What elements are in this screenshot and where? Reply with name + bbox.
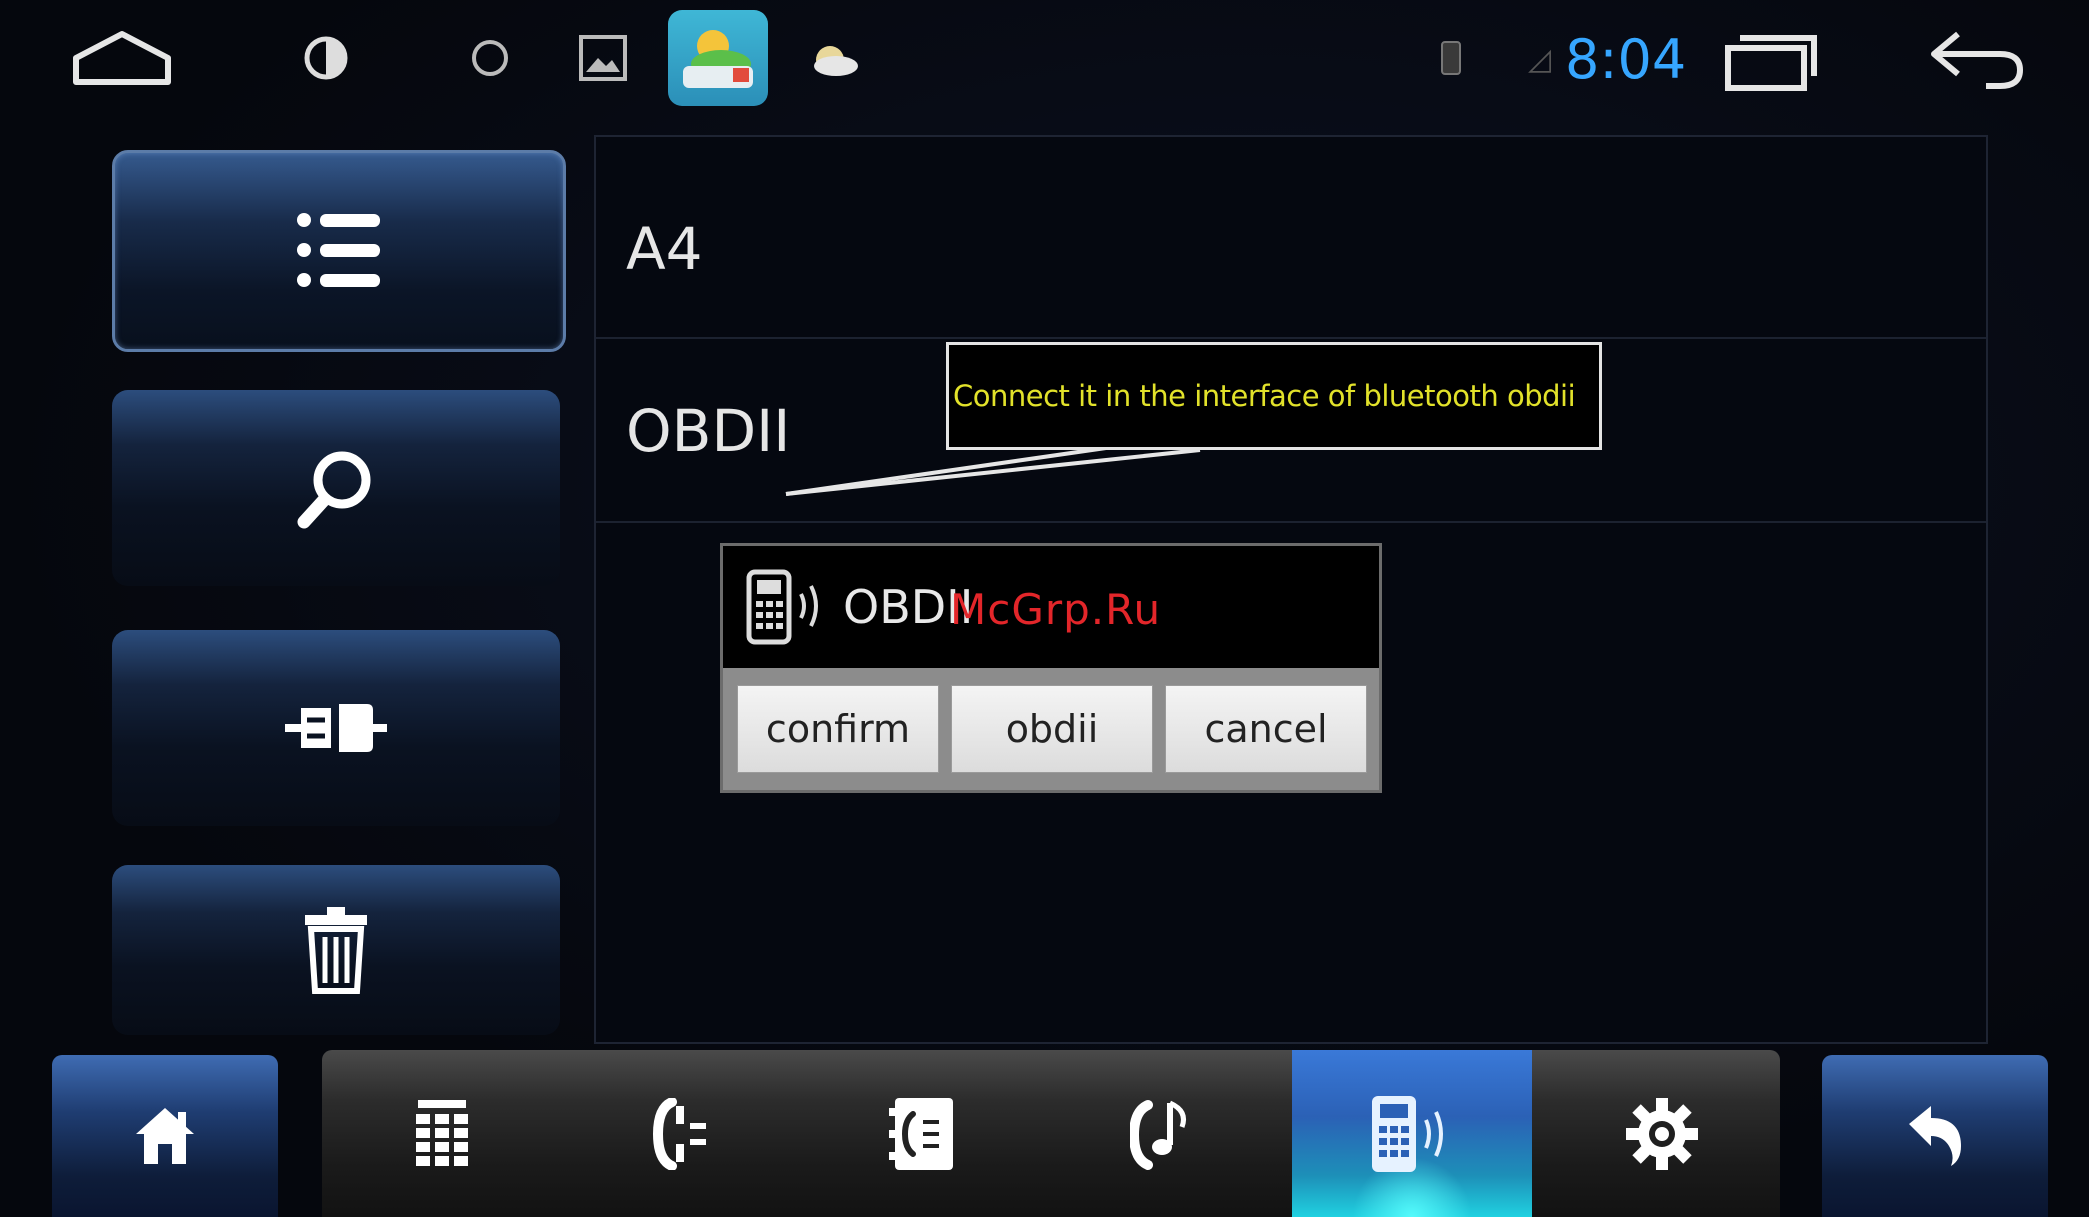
list-item[interactable]: A4 [596, 137, 1986, 339]
status-bar: ◿ 8:04 [0, 0, 2089, 120]
dialog-buttons: confirm obdii cancel [723, 668, 1379, 790]
search-icon [297, 451, 371, 529]
brightness-icon [302, 34, 350, 82]
connect-icon [285, 704, 387, 752]
trash-icon [305, 907, 367, 994]
instruction-callout: Connect it in the interface of bluetooth… [946, 342, 1602, 450]
tab-settings[interactable] [1542, 1050, 1782, 1217]
call-log-icon [652, 1097, 706, 1170]
device-list-button[interactable] [112, 150, 566, 352]
circle-icon [468, 36, 512, 80]
bluetooth-screen: ◿ 8:04 A4 OBDII Connect it in the interf… [0, 0, 2089, 1217]
music-icon [1130, 1099, 1186, 1170]
list-icon [297, 213, 380, 287]
confirm-button[interactable]: confirm [737, 685, 939, 773]
contacts-icon [889, 1097, 953, 1170]
back-button[interactable] [1822, 1055, 2048, 1217]
callout-text: Connect it in the interface of bluetooth… [953, 379, 1576, 413]
connect-dialog: OBDII confirm obdii cancel [720, 543, 1382, 793]
watermark: McGrp.Ru [950, 585, 1162, 634]
connect-button[interactable] [112, 630, 560, 826]
search-button[interactable] [112, 390, 560, 586]
tab-call-log[interactable] [562, 1050, 802, 1217]
home-icon [136, 1108, 194, 1164]
obdii-button[interactable]: obdii [951, 685, 1153, 773]
bottom-tab-bar [322, 1050, 1780, 1217]
phone-bluetooth-icon [746, 569, 818, 645]
settings-icon [1626, 1097, 1698, 1170]
cancel-button[interactable]: cancel [1165, 685, 1367, 773]
gallery-icon [578, 34, 628, 82]
tab-contacts[interactable] [802, 1050, 1042, 1217]
device-name: OBDII [626, 397, 791, 465]
device-name: A4 [626, 215, 703, 283]
signal-icon: ◿ [1528, 42, 1552, 77]
clock: 8:04 [1565, 28, 1687, 91]
dialpad-icon [416, 1099, 468, 1166]
home-button[interactable] [52, 1055, 278, 1217]
phone-bluetooth-icon [1372, 1095, 1443, 1172]
tab-music[interactable] [1042, 1050, 1282, 1217]
tab-dialpad[interactable] [322, 1050, 562, 1217]
delete-button[interactable] [112, 865, 560, 1035]
weather-app-icon[interactable] [668, 10, 768, 106]
cloud-icon [808, 38, 860, 78]
battery-icon [1440, 38, 1462, 76]
tab-bluetooth-phone[interactable] [1292, 1050, 1532, 1217]
home-outline-icon[interactable] [70, 28, 174, 88]
recents-icon[interactable] [1722, 30, 1820, 92]
back-icon [1909, 1106, 1961, 1166]
back-arrow-icon[interactable] [1928, 28, 2028, 92]
